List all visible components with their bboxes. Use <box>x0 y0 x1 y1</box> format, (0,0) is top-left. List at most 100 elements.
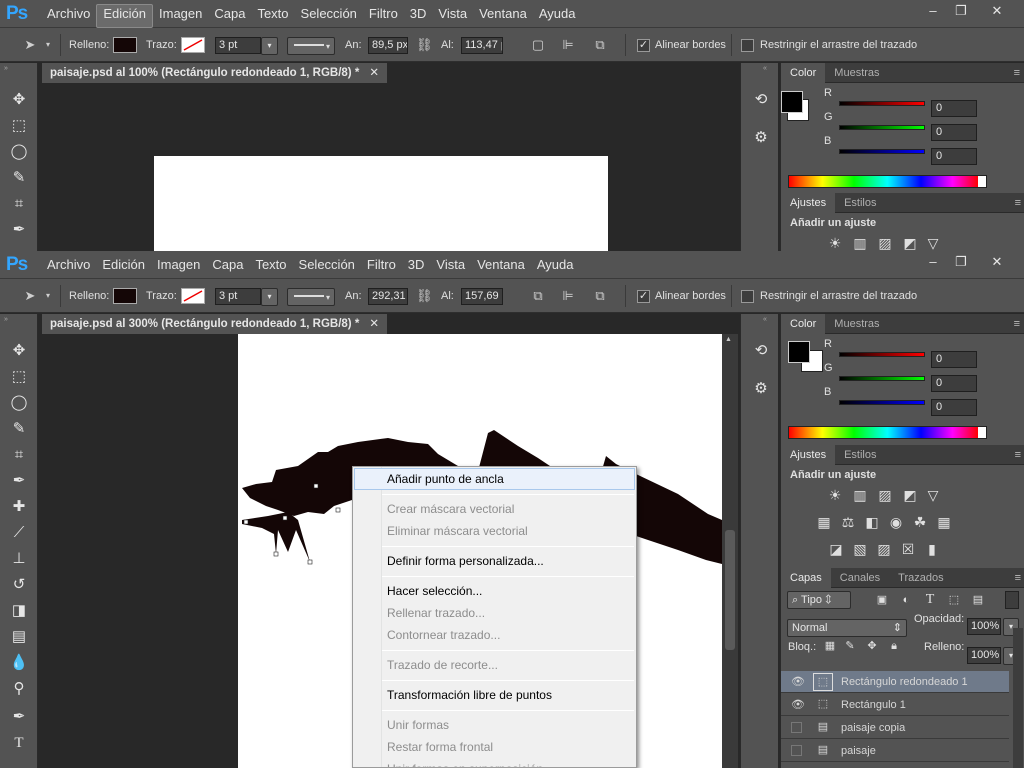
visibility-eye-icon[interactable]: 👁︎ <box>791 694 805 716</box>
tab-color[interactable]: Color <box>781 63 826 83</box>
menu-ventana[interactable]: Ventana <box>471 251 531 279</box>
red-slider[interactable] <box>839 101 925 106</box>
marquee-tool-icon[interactable]: ⬚ <box>8 366 30 388</box>
eyedropper-tool-icon[interactable]: ✒ <box>8 219 30 241</box>
visibility-toggle[interactable] <box>791 745 802 756</box>
collapse-icon[interactable]: » <box>4 316 8 323</box>
curves-icon[interactable]: ▨ <box>876 486 894 504</box>
scroll-up-icon[interactable]: ▲ <box>725 336 732 343</box>
stroke-width-field[interactable]: 3 pt <box>215 37 261 54</box>
expand-dock-icon[interactable]: « <box>763 65 767 72</box>
vibrance-icon[interactable]: ▽ <box>924 234 942 251</box>
color-balance-icon[interactable]: ⚖ <box>839 513 857 531</box>
brightness-icon[interactable]: ☀ <box>826 234 844 251</box>
filter-smart-object-icon[interactable]: ▤ <box>969 591 987 609</box>
close-button[interactable]: ✕ <box>982 253 1012 271</box>
move-tool-icon[interactable]: ✥ <box>8 89 30 111</box>
panel-menu-icon[interactable]: ≡ <box>1015 445 1021 465</box>
menu-ayuda[interactable]: Ayuda <box>531 251 580 279</box>
stroke-swatch[interactable] <box>181 288 205 304</box>
green-value-field[interactable]: 0 <box>931 124 977 141</box>
stroke-type-dropdown[interactable]: ▾ <box>287 37 335 55</box>
filter-type-icon[interactable]: T <box>921 591 939 609</box>
invert-icon[interactable]: ◪ <box>827 540 845 558</box>
channel-mixer-icon[interactable]: ☘ <box>911 513 929 531</box>
menu-filtro[interactable]: Filtro <box>363 0 404 28</box>
levels-icon[interactable]: ▥ <box>851 486 869 504</box>
tab-swatches[interactable]: Muestras <box>825 314 888 334</box>
menu-vista[interactable]: Vista <box>432 0 473 28</box>
stroke-width-dropdown[interactable]: ▾ <box>261 37 278 55</box>
tool-preset-dropdown-icon[interactable]: ▾ <box>40 289 56 303</box>
blue-value-field[interactable]: 0 <box>931 399 977 416</box>
image-canvas[interactable] <box>154 156 608 251</box>
collapse-icon[interactable]: » <box>4 65 8 72</box>
stroke-width-field[interactable]: 3 pt <box>215 288 261 305</box>
menu-3d[interactable]: 3D <box>404 0 433 28</box>
green-value-field[interactable]: 0 <box>931 375 977 392</box>
layer-row[interactable]: 👁︎ ⬚ Rectángulo 1 <box>781 694 1009 716</box>
selective-color-icon[interactable]: ☒ <box>899 540 917 558</box>
blue-slider[interactable] <box>839 400 925 405</box>
threshold-icon[interactable]: ▨ <box>875 540 893 558</box>
menu-capa[interactable]: Capa <box>206 251 249 279</box>
tab-styles[interactable]: Estilos <box>835 445 885 465</box>
tab-swatches[interactable]: Muestras <box>825 63 888 83</box>
marquee-tool-icon[interactable]: ⬚ <box>8 115 30 137</box>
crop-tool-icon[interactable]: ⌗ <box>8 444 30 466</box>
constrain-path-checkbox[interactable] <box>741 39 754 52</box>
menu-archivo[interactable]: Archivo <box>41 251 96 279</box>
gradient-map-icon[interactable]: ▮ <box>923 540 941 558</box>
panel-menu-icon[interactable]: ≡ <box>1015 193 1021 213</box>
panel-menu-icon[interactable]: ≡ <box>1014 314 1020 334</box>
tab-styles[interactable]: Estilos <box>835 193 885 213</box>
layers-scrollbar[interactable] <box>1013 628 1023 768</box>
link-icon[interactable]: ⛓ <box>416 289 433 303</box>
opacity-field[interactable]: 100% <box>967 618 1001 635</box>
type-tool-icon[interactable]: T <box>8 732 30 754</box>
menu-seleccion[interactable]: Selección <box>293 251 361 279</box>
scrollbar-thumb[interactable] <box>725 530 735 650</box>
lasso-tool-icon[interactable]: ◯ <box>8 141 30 163</box>
width-field[interactable]: 89,5 px <box>368 37 408 54</box>
path-alignment-icon[interactable]: ⊫ <box>560 38 576 52</box>
menu-texto[interactable]: Texto <box>249 251 292 279</box>
path-operations-icon[interactable]: ▢ <box>530 38 546 52</box>
path-selection-tool-icon[interactable]: ➤ <box>22 289 38 303</box>
red-value-field[interactable]: 0 <box>931 100 977 117</box>
tab-layers[interactable]: Capas <box>781 568 831 588</box>
close-tab-icon[interactable]: ✕ <box>369 318 379 330</box>
exposure-icon[interactable]: ◩ <box>901 486 919 504</box>
menu-item-create-vector-mask[interactable]: Crear máscara vectorial <box>354 498 635 520</box>
history-panel-icon[interactable]: ⟲ <box>750 89 772 111</box>
height-field[interactable]: 113,47 p <box>461 37 503 54</box>
filter-pixel-icon[interactable]: ▣ <box>873 591 891 609</box>
expand-dock-icon[interactable]: « <box>763 316 767 323</box>
menu-item-fill-path[interactable]: Rellenar trazado... <box>354 602 635 624</box>
filter-shape-icon[interactable]: ⬚ <box>945 591 963 609</box>
layer-row[interactable]: 👁︎ ⬚ Rectángulo redondeado 1 <box>781 671 1009 693</box>
menu-item-free-transform-points[interactable]: Transformación libre de puntos <box>354 684 635 706</box>
red-slider[interactable] <box>839 352 925 357</box>
panel-menu-icon[interactable]: ≡ <box>1014 63 1020 83</box>
menu-item-define-custom-shape[interactable]: Definir forma personalizada... <box>354 550 635 572</box>
restore-button[interactable]: ❐ <box>948 2 974 20</box>
tab-adjustments[interactable]: Ajustes <box>781 445 836 465</box>
green-slider[interactable] <box>839 376 925 381</box>
clone-stamp-tool-icon[interactable]: ⊥ <box>8 548 30 570</box>
lock-all-icon[interactable]: 🔒︎ <box>885 637 903 655</box>
layer-row[interactable]: ▤ paisaje <box>781 740 1009 762</box>
move-tool-icon[interactable]: ✥ <box>8 340 30 362</box>
restore-button[interactable]: ❐ <box>948 253 974 271</box>
blend-mode-dropdown[interactable]: Normal ⇕ <box>787 619 907 637</box>
lock-transparency-icon[interactable]: ▦ <box>821 637 839 655</box>
menu-3d[interactable]: 3D <box>402 251 431 279</box>
menu-item-combine-shapes[interactable]: Unir formas <box>354 714 635 736</box>
posterize-icon[interactable]: ▧ <box>851 540 869 558</box>
green-slider[interactable] <box>839 125 925 130</box>
stroke-type-dropdown[interactable]: ▾ <box>287 288 335 306</box>
tool-preset-dropdown-icon[interactable]: ▾ <box>40 38 56 52</box>
document-tab[interactable]: paisaje.psd al 300% (Rectángulo redondea… <box>42 314 387 334</box>
color-spectrum-bar[interactable] <box>788 175 987 188</box>
color-lookup-icon[interactable]: ▦ <box>935 513 953 531</box>
